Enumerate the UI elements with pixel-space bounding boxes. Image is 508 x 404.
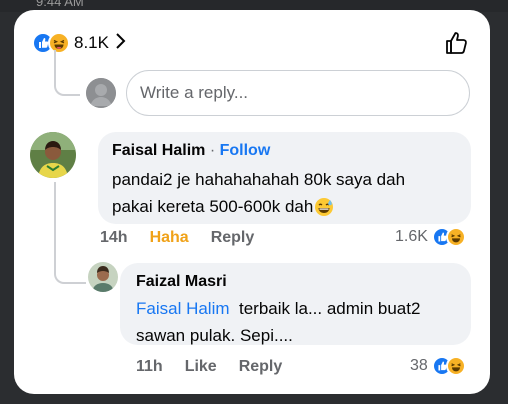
- comment-actions: 14h Haha Reply: [100, 229, 276, 247]
- grinning-sweat-emoji-icon: [314, 197, 334, 217]
- comment-author[interactable]: Faizal Masri: [136, 273, 227, 290]
- avatar[interactable]: [30, 132, 76, 178]
- reply-button[interactable]: Reply: [239, 358, 283, 376]
- comment-reaction-count[interactable]: 38: [410, 356, 466, 376]
- mention-link[interactable]: Faisal Halim: [136, 299, 230, 318]
- comment-actions: 11h Like Reply: [136, 358, 304, 376]
- avatar[interactable]: [88, 262, 118, 292]
- comment-text: sawan pulak. Sepi....: [136, 326, 293, 345]
- reply-button[interactable]: Reply: [211, 229, 255, 247]
- comment-author[interactable]: Faisal Halim: [112, 142, 205, 159]
- reaction-count: 38: [410, 357, 428, 374]
- thread-line: [54, 182, 86, 284]
- my-avatar: [86, 78, 116, 108]
- comment-time: 11h: [136, 358, 163, 375]
- comment-text: terbaik la... admin buat2: [238, 299, 421, 318]
- comment-bubble: Faisal Halim · Follow pandai2 je hahahah…: [98, 132, 471, 224]
- comment-reaction-count[interactable]: 1.6K: [395, 227, 466, 247]
- comments-sheet: 8.1K Write a reply... Faisal Halim · Fol…: [14, 10, 490, 394]
- reply-placeholder: Write a reply...: [140, 83, 249, 102]
- chevron-right-icon: [115, 32, 127, 55]
- reaction-count: 1.6K: [395, 228, 428, 245]
- separator-dot: ·: [209, 142, 216, 159]
- thumbs-up-icon: [446, 32, 467, 54]
- like-post-button[interactable]: [444, 30, 470, 61]
- like-button[interactable]: Like: [185, 358, 217, 376]
- comment-text: pandai2 je hahahahahah 80k saya dah: [112, 170, 406, 189]
- follow-button[interactable]: Follow: [220, 142, 271, 159]
- haha-reaction-button[interactable]: Haha: [150, 229, 189, 247]
- comment-text: pakai kereta 500-600k dah: [112, 197, 314, 216]
- thread-line: [54, 50, 80, 96]
- reply-input[interactable]: Write a reply...: [126, 70, 470, 116]
- comment-bubble: Faizal Masri Faisal Halim terbaik la... …: [120, 263, 471, 345]
- status-time: 9:44 AM: [36, 0, 84, 9]
- comment-time: 14h: [100, 229, 128, 246]
- haha-icon: [445, 356, 466, 376]
- haha-icon: [445, 227, 466, 247]
